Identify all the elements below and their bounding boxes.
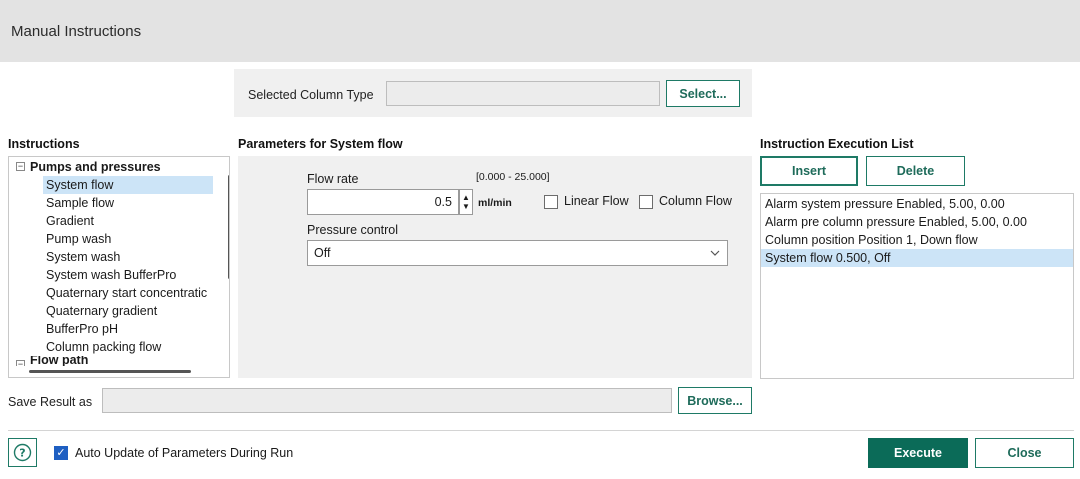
execution-list-heading: Instruction Execution List bbox=[760, 137, 914, 151]
instructions-tree[interactable]: − Pumps and pressures System flow Sample… bbox=[8, 156, 230, 378]
linear-flow-checkbox[interactable] bbox=[544, 195, 558, 209]
tree-item-pump-wash[interactable]: Pump wash bbox=[46, 230, 111, 248]
auto-update-label: Auto Update of Parameters During Run bbox=[75, 446, 294, 460]
instructions-heading: Instructions bbox=[8, 137, 80, 151]
help-icon: ? bbox=[13, 443, 32, 462]
close-button[interactable]: Close bbox=[975, 438, 1074, 468]
column-flow-checkbox[interactable] bbox=[639, 195, 653, 209]
column-type-label: Selected Column Type bbox=[248, 88, 374, 102]
column-type-panel: Selected Column Type Select... bbox=[234, 69, 752, 117]
flow-rate-unit: ml/min bbox=[478, 197, 512, 209]
auto-update-checkbox[interactable]: ✓ bbox=[54, 446, 68, 460]
tree-item-system-flow[interactable]: System flow bbox=[43, 176, 213, 194]
column-flow-label: Column Flow bbox=[659, 194, 732, 208]
tree-group-flow-path[interactable]: − Flow path bbox=[9, 356, 219, 366]
title-bar: Manual Instructions bbox=[0, 0, 1080, 62]
chevron-down-icon bbox=[710, 250, 720, 256]
horizontal-scrollbar[interactable] bbox=[29, 370, 191, 373]
vertical-scrollbar[interactable] bbox=[228, 175, 229, 279]
tree-item-sample-flow[interactable]: Sample flow bbox=[46, 194, 114, 212]
list-item[interactable]: Column position Position 1, Down flow bbox=[761, 231, 1073, 249]
help-button[interactable]: ? bbox=[8, 438, 37, 467]
list-item[interactable]: Alarm pre column pressure Enabled, 5.00,… bbox=[761, 213, 1073, 231]
flow-rate-range: [0.000 - 25.000] bbox=[476, 171, 550, 183]
execution-list[interactable]: Alarm system pressure Enabled, 5.00, 0.0… bbox=[760, 193, 1074, 379]
tree-item-bufferpro-ph[interactable]: BufferPro pH bbox=[46, 320, 118, 338]
linear-flow-label: Linear Flow bbox=[564, 194, 629, 208]
save-result-label: Save Result as bbox=[8, 395, 93, 409]
select-column-button[interactable]: Select... bbox=[666, 80, 740, 107]
stepper-down-icon[interactable]: ▼ bbox=[462, 202, 470, 211]
delete-button[interactable]: Delete bbox=[866, 156, 965, 186]
tree-group-label: Pumps and pressures bbox=[30, 160, 161, 174]
execute-button[interactable]: Execute bbox=[868, 438, 968, 468]
browse-button[interactable]: Browse... bbox=[678, 387, 752, 414]
list-item[interactable]: Alarm system pressure Enabled, 5.00, 0.0… bbox=[761, 195, 1073, 213]
tree-item-system-wash[interactable]: System wash bbox=[46, 248, 120, 266]
collapse-icon[interactable]: − bbox=[16, 360, 25, 366]
tree-item-quaternary-start[interactable]: Quaternary start concentratic bbox=[46, 284, 207, 302]
pressure-control-label: Pressure control bbox=[307, 223, 399, 237]
collapse-icon[interactable]: − bbox=[16, 162, 25, 171]
flow-rate-input[interactable]: 0.5 bbox=[307, 189, 459, 215]
footer-divider bbox=[8, 430, 1074, 431]
column-type-field bbox=[386, 81, 660, 106]
tree-item-column-packing-flow[interactable]: Column packing flow bbox=[46, 338, 161, 356]
flow-rate-stepper[interactable]: ▲ ▼ bbox=[459, 189, 473, 215]
insert-button[interactable]: Insert bbox=[760, 156, 858, 186]
pressure-control-select[interactable]: Off bbox=[307, 240, 728, 266]
parameters-panel: Flow rate [0.000 - 25.000] 0.5 ▲ ▼ ml/mi… bbox=[238, 156, 752, 378]
stepper-up-icon[interactable]: ▲ bbox=[462, 193, 470, 202]
tree-item-gradient[interactable]: Gradient bbox=[46, 212, 94, 230]
svg-text:?: ? bbox=[19, 447, 25, 460]
tree-item-system-wash-bufferpro[interactable]: System wash BufferPro bbox=[46, 266, 176, 284]
list-item-selected[interactable]: System flow 0.500, Off bbox=[761, 249, 1073, 267]
window-title: Manual Instructions bbox=[11, 23, 142, 40]
save-result-field[interactable] bbox=[102, 388, 672, 413]
flow-rate-label: Flow rate bbox=[307, 172, 359, 186]
parameters-heading: Parameters for System flow bbox=[238, 137, 403, 151]
tree-group-pumps[interactable]: − Pumps and pressures bbox=[9, 158, 219, 176]
tree-item-quaternary-gradient[interactable]: Quaternary gradient bbox=[46, 302, 157, 320]
